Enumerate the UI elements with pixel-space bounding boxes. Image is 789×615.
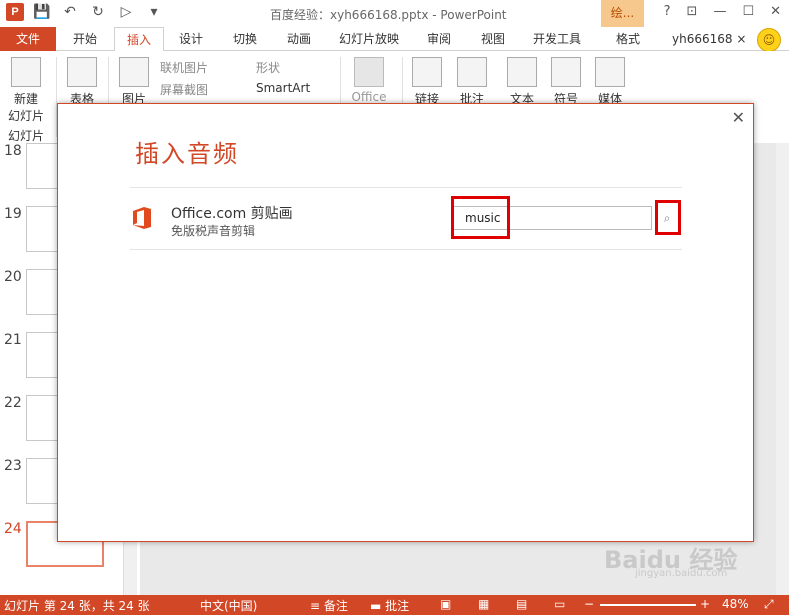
- ribbon-group-slides-label: 幻灯片: [8, 129, 45, 143]
- source-description: 免版税声音剪辑: [171, 224, 256, 238]
- dialog-close-button[interactable]: ✕: [732, 108, 745, 127]
- drawing-tools-context-tab[interactable]: 绘...: [601, 0, 644, 27]
- new-slide-icon: [11, 57, 41, 87]
- shapes-button[interactable]: 形状: [256, 59, 280, 76]
- tab-developer[interactable]: 开发工具: [524, 27, 590, 51]
- ribbon-tabs: 文件 开始 插入 设计 切换 动画 幻灯片放映 审阅 视图 开发工具 格式: [0, 27, 789, 52]
- customize-qat-icon[interactable]: ▾: [144, 4, 164, 20]
- tab-file[interactable]: 文件: [0, 27, 56, 51]
- close-window-button[interactable]: ✕: [770, 4, 781, 19]
- slide-number: 19: [4, 206, 22, 222]
- table-icon: [67, 57, 97, 87]
- source-name: Office.com 剪贴画: [171, 206, 293, 222]
- user-account[interactable]: yh666168 ×: [672, 27, 746, 51]
- comments-label: 批注: [385, 599, 410, 613]
- office-addins-button[interactable]: Office: [346, 57, 392, 104]
- slideshow-view-icon[interactable]: ▭: [554, 597, 565, 611]
- clipart-source-row: Office.com 剪贴画 免版税声音剪辑 ⌕: [130, 187, 682, 250]
- slide-sorter-icon[interactable]: ▦: [478, 597, 489, 611]
- text-icon: [507, 57, 537, 87]
- text-button[interactable]: 文本: [502, 57, 542, 107]
- tab-review[interactable]: 审阅: [416, 27, 462, 51]
- redo-icon[interactable]: ↻: [88, 4, 108, 20]
- picture-icon: [119, 57, 149, 87]
- table-button[interactable]: 表格: [62, 57, 102, 107]
- media-button[interactable]: 媒体: [590, 57, 630, 107]
- zoom-in-icon[interactable]: +: [700, 597, 710, 611]
- window-title: 百度经验：xyh666168.pptx - PowerPoint: [270, 8, 507, 22]
- ribbon-display-options-icon[interactable]: ⊡: [687, 4, 698, 19]
- maximize-button[interactable]: ☐: [742, 4, 754, 19]
- slide-number: 20: [4, 269, 22, 285]
- slide-scrollbar[interactable]: [776, 143, 789, 595]
- tab-home[interactable]: 开始: [60, 27, 110, 51]
- zoom-out-icon[interactable]: −: [584, 597, 594, 611]
- online-pictures-button[interactable]: 联机图片: [160, 59, 208, 76]
- smartart-button[interactable]: SmartArt: [256, 81, 310, 95]
- link-button[interactable]: 链接: [408, 57, 446, 107]
- screenshot-button[interactable]: 屏幕截图: [160, 81, 208, 98]
- quick-access-toolbar: P 💾 ↶ ↻ ▷ ▾: [6, 3, 164, 21]
- normal-view-icon[interactable]: ▣: [440, 597, 451, 611]
- slide-number: 24: [4, 521, 22, 537]
- speaker-icon: [595, 57, 625, 87]
- reading-view-icon[interactable]: ▤: [516, 597, 527, 611]
- zoom-level[interactable]: 48%: [722, 597, 749, 611]
- pictures-button[interactable]: 图片: [114, 57, 154, 107]
- slide-count-status: 幻灯片 第 24 张，共 24 张: [4, 599, 150, 613]
- undo-icon[interactable]: ↶: [60, 4, 80, 20]
- slide-number: 18: [4, 143, 22, 159]
- tab-animations[interactable]: 动画: [276, 27, 322, 51]
- slide-number: 21: [4, 332, 22, 348]
- slide-number: 23: [4, 458, 22, 474]
- highlight-search-input: [451, 196, 510, 239]
- comment-icon: [457, 57, 487, 87]
- office-logo-icon: [133, 207, 151, 229]
- fit-slide-icon[interactable]: ⤢: [764, 597, 774, 612]
- powerpoint-logo-icon: P: [6, 3, 24, 21]
- tab-design[interactable]: 设计: [168, 27, 214, 51]
- tab-format[interactable]: 格式: [604, 27, 652, 51]
- notes-label: 备注: [323, 599, 348, 613]
- link-icon: [412, 57, 442, 87]
- user-avatar-icon[interactable]: ☺: [757, 28, 781, 52]
- tab-slideshow[interactable]: 幻灯片放映: [330, 27, 408, 51]
- new-slide-label: 新建: [13, 92, 38, 106]
- new-slide-button[interactable]: 新建 幻灯片: [4, 57, 48, 124]
- tab-view[interactable]: 视图: [470, 27, 516, 51]
- comment-button[interactable]: 批注: [452, 57, 492, 107]
- office-store-icon: [354, 57, 384, 87]
- minimize-button[interactable]: —: [713, 4, 726, 19]
- symbol-icon: [551, 57, 581, 87]
- baidu-watermark-url: jingyan.baidu.com: [635, 568, 728, 579]
- office-label: Office: [351, 90, 387, 104]
- language-status[interactable]: 中文(中国): [200, 597, 257, 614]
- status-bar: 幻灯片 第 24 张，共 24 张 中文(中国) ≡ 备注 ▬ 批注 ▣ ▦ ▤…: [0, 595, 789, 615]
- zoom-slider[interactable]: [600, 604, 696, 606]
- highlight-search-button: [655, 200, 681, 235]
- save-icon[interactable]: 💾: [32, 4, 52, 20]
- slide-number: 22: [4, 395, 22, 411]
- help-button[interactable]: ?: [664, 4, 671, 19]
- notes-button[interactable]: ≡ 备注: [310, 597, 348, 614]
- dialog-title: 插入音频: [135, 140, 239, 168]
- start-slideshow-icon[interactable]: ▷: [116, 4, 136, 20]
- tab-insert[interactable]: 插入: [114, 27, 164, 52]
- new-slide-label-2: 幻灯片: [7, 109, 44, 123]
- title-bar: P 💾 ↶ ↻ ▷ ▾ 百度经验：xyh666168.pptx - PowerP…: [0, 0, 789, 27]
- symbol-button[interactable]: 符号: [546, 57, 586, 107]
- comments-button[interactable]: ▬ 批注: [370, 597, 409, 614]
- insert-audio-dialog: ✕ 插入音频 Office.com 剪贴画 免版税声音剪辑 ⌕: [57, 103, 754, 542]
- tab-transitions[interactable]: 切换: [222, 27, 268, 51]
